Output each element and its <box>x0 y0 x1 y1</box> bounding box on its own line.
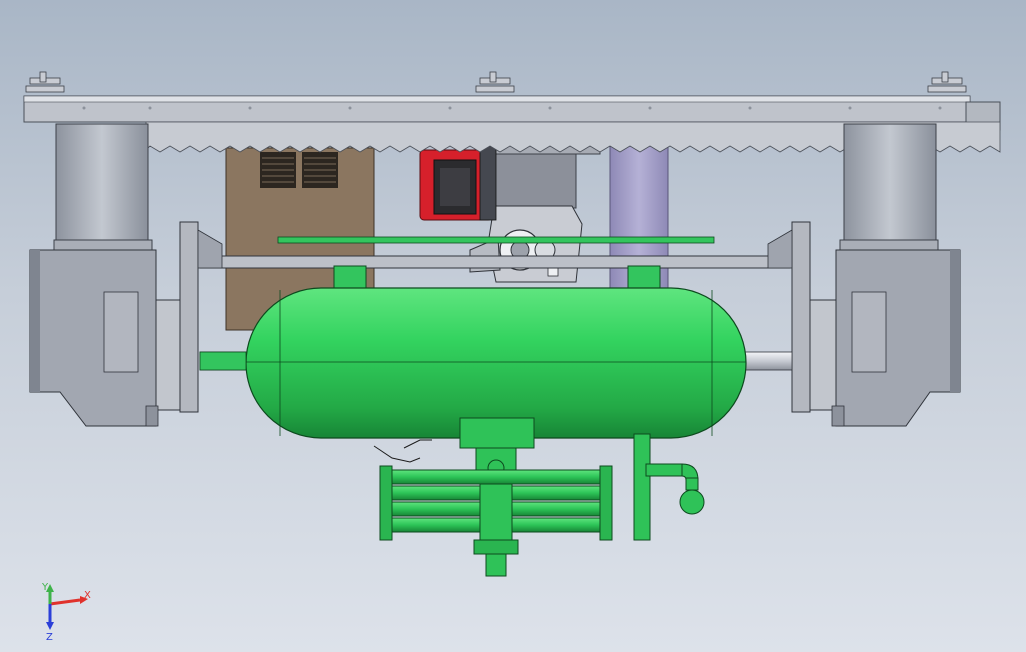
right-column[interactable] <box>839 123 939 251</box>
left-gearbox[interactable] <box>29 221 199 427</box>
right-gearbox[interactable] <box>791 221 961 427</box>
lower-cylinder-assembly[interactable] <box>373 417 613 577</box>
left-column[interactable] <box>53 123 153 251</box>
drain-pipe[interactable] <box>633 433 705 541</box>
axis-triad: X Y Z <box>41 582 91 643</box>
cad-viewport[interactable]: X Y Z <box>0 0 1026 652</box>
y-axis-label: Y <box>41 582 49 593</box>
x-axis-label: X <box>84 590 91 601</box>
assembly-scene[interactable]: X Y Z <box>0 0 1026 652</box>
red-motor[interactable] <box>419 145 497 221</box>
z-axis-label: Z <box>46 632 53 643</box>
